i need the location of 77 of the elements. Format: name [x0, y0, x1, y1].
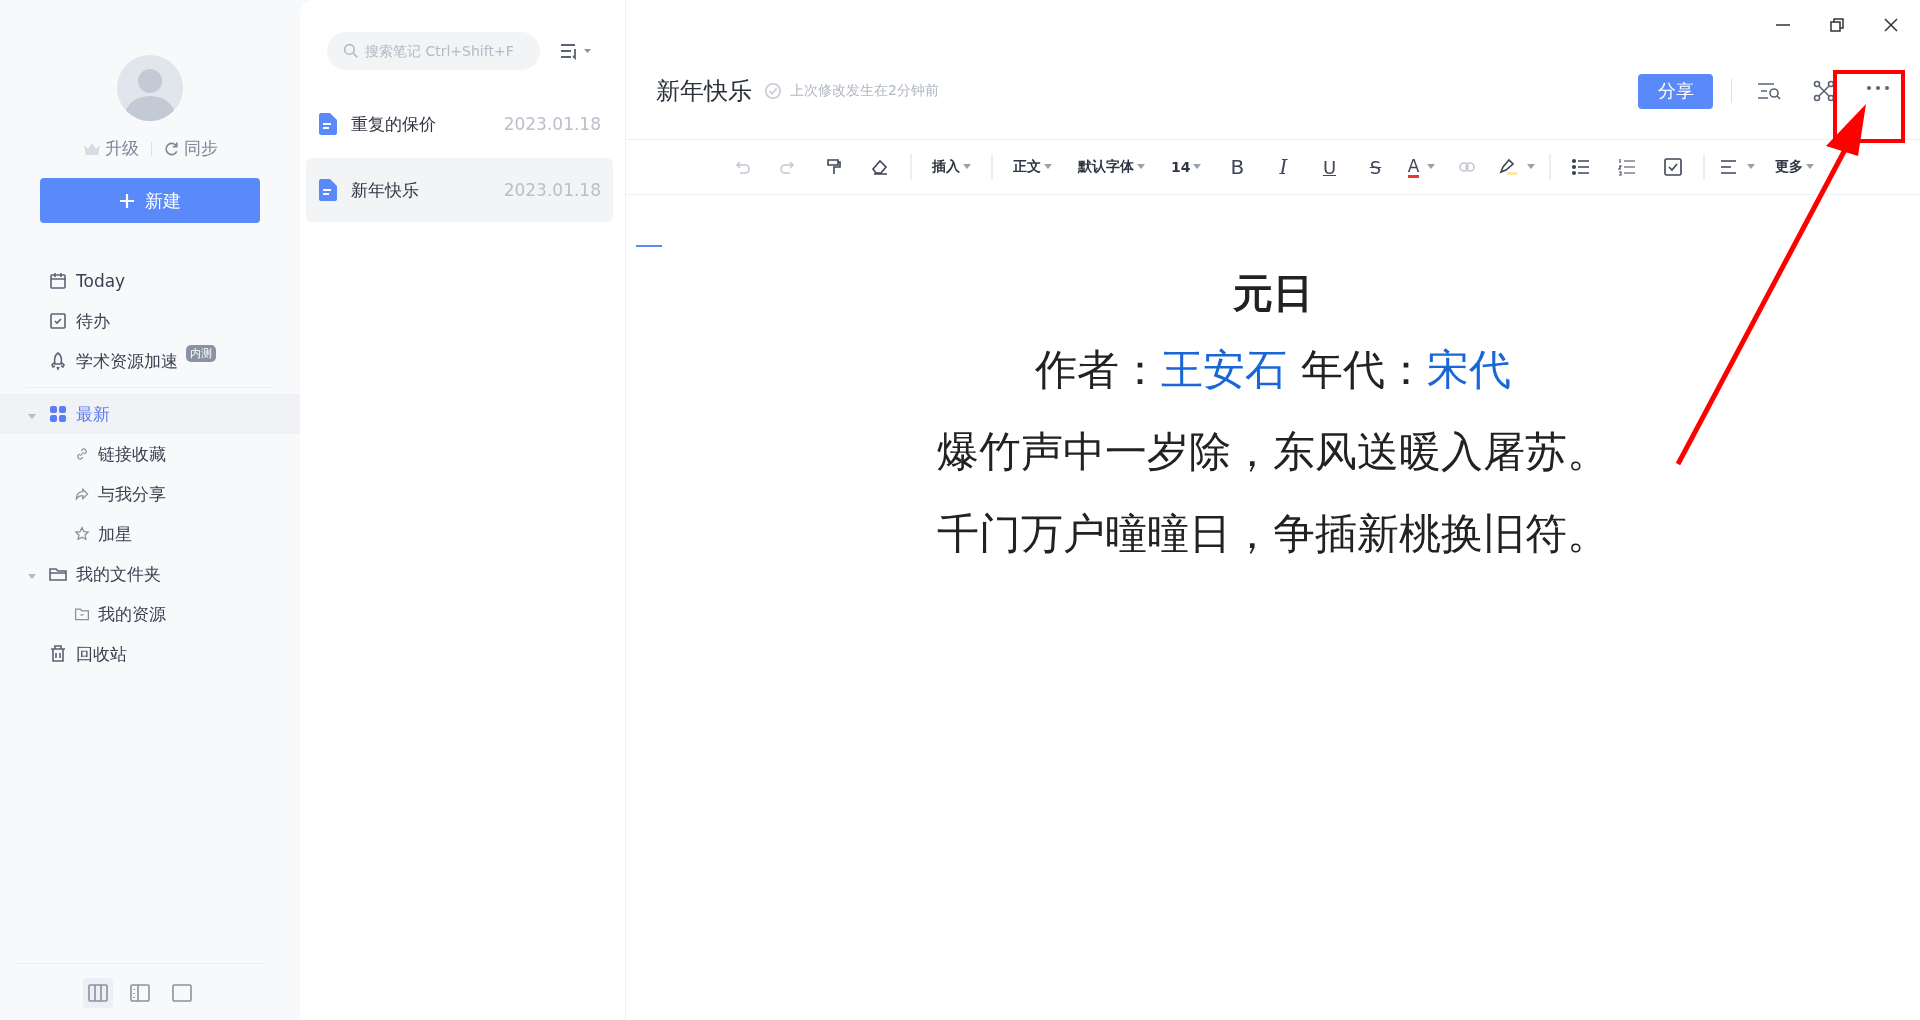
highlighter-icon[interactable]: [1497, 157, 1520, 177]
poem-line: 作者：王安石 年代：宋代: [1035, 344, 1511, 396]
toolbar-dropdown[interactable]: 14: [1165, 151, 1208, 183]
dropdown-caret-icon: [963, 164, 971, 170]
refresh-icon: [163, 140, 180, 157]
network-icon: [1813, 80, 1835, 102]
close-icon: [1884, 18, 1898, 32]
dropdown-caret-icon: [1044, 164, 1052, 170]
dropdown-caret-icon: [1527, 164, 1536, 170]
search-field[interactable]: 搜索笔记 Ctrl+Shift+F: [327, 32, 540, 70]
sync-link[interactable]: 同步: [163, 137, 218, 160]
checkbox-icon[interactable]: [1663, 157, 1684, 177]
dropdown-caret-icon: [1193, 164, 1202, 170]
note-item[interactable]: 新年快乐 2023.01.18: [306, 158, 613, 222]
italic-button[interactable]: I: [1279, 155, 1288, 179]
search-icon: [343, 43, 359, 59]
note-heading: 新年快乐: [656, 76, 752, 107]
three-column-icon: [88, 984, 108, 1002]
dropdown-caret-icon: [1747, 164, 1756, 170]
share-arrow-icon: [74, 486, 90, 502]
calendar-icon: [48, 271, 68, 291]
check-circle-icon: [764, 82, 782, 100]
star-icon: [74, 526, 90, 542]
two-column-icon: [130, 984, 150, 1002]
folder-tree-item[interactable]: 我的资源: [0, 594, 300, 634]
minimize-icon: [1776, 24, 1790, 26]
trash-icon: [48, 644, 68, 664]
note-title: 重复的保价: [351, 112, 437, 136]
note-title: 新年快乐: [351, 178, 420, 202]
dropdown-caret-icon: [1806, 164, 1815, 170]
note-date: 2023.01.18: [503, 114, 601, 134]
strikethrough-button[interactable]: S: [1369, 156, 1382, 178]
folder-tree-item[interactable]: 回收站: [0, 634, 300, 674]
restore-icon: [1830, 18, 1844, 32]
numbered-list-icon[interactable]: [1617, 157, 1638, 177]
more-button[interactable]: [1866, 85, 1890, 91]
document-icon: [319, 113, 337, 135]
rocket-icon: [48, 351, 68, 371]
eraser-icon[interactable]: [870, 157, 890, 177]
save-status: 上次修改发生在2分钟前: [790, 82, 939, 100]
format-painter-icon[interactable]: [824, 157, 844, 177]
link-icon: [74, 446, 90, 462]
toolbar-dropdown[interactable]: 正文: [1007, 151, 1058, 183]
folder-tree-item[interactable]: 与我分享: [0, 474, 300, 514]
outline-search-icon: [1757, 81, 1783, 101]
bullet-list-icon[interactable]: [1571, 157, 1592, 177]
more-icon: [1866, 85, 1890, 91]
grid-icon: [48, 404, 68, 424]
underline-button[interactable]: U: [1322, 156, 1337, 178]
text-cursor: [636, 245, 662, 247]
folder-icon: [74, 606, 90, 622]
nav-item[interactable]: 学术资源加速 内测: [0, 341, 300, 381]
poem-line: 爆竹声中一岁除，东风送暖入屠苏。: [937, 426, 1609, 478]
beta-badge: 内测: [186, 345, 216, 362]
note-item[interactable]: 重复的保价 2023.01.18: [306, 92, 613, 156]
dropdown-caret-icon: [1427, 164, 1436, 170]
font-color-button[interactable]: A: [1407, 156, 1420, 178]
upgrade-link[interactable]: 升级: [82, 137, 139, 160]
single-panel-icon: [172, 984, 192, 1002]
crown-icon: [82, 141, 101, 156]
nav-item[interactable]: Today: [0, 261, 300, 301]
bold-button[interactable]: B: [1230, 155, 1245, 179]
toolbar-dropdown[interactable]: 插入: [926, 151, 977, 183]
checkbox-icon: [48, 311, 68, 331]
dropdown-caret-icon: [1137, 164, 1145, 170]
document-icon: [319, 179, 337, 201]
folder-tree-item[interactable]: 链接收藏: [0, 434, 300, 474]
poem-line: 千门万户曈曈日，争插新桃换旧符。: [937, 508, 1609, 560]
note-date: 2023.01.18: [503, 180, 601, 200]
nav-item[interactable]: 待办: [0, 301, 300, 341]
folder-tree-item[interactable]: 加星: [0, 514, 300, 554]
sort-icon[interactable]: [560, 42, 592, 60]
toolbar-dropdown[interactable]: 更多: [1769, 151, 1821, 183]
poem-title: 元日: [1233, 269, 1313, 318]
folder-tree-item[interactable]: 我的文件夹: [0, 554, 300, 594]
toolbar-dropdown[interactable]: 默认字体: [1072, 151, 1151, 183]
plus-icon: [119, 192, 135, 209]
